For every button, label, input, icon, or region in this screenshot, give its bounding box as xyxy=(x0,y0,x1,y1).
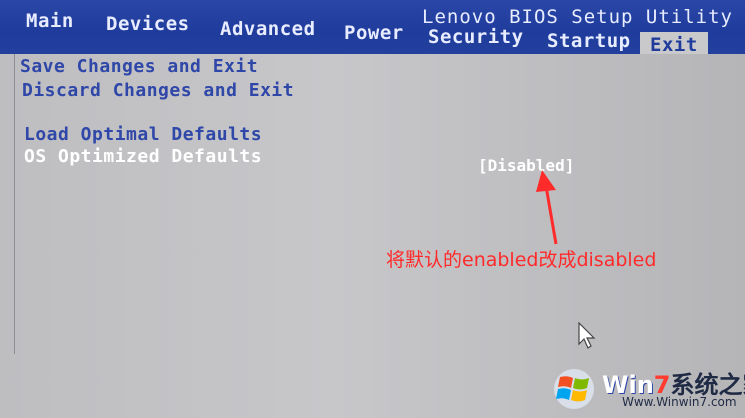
top-bar: Lenovo BIOS Setup Utility Main Devices A… xyxy=(0,0,745,60)
tab-advanced[interactable]: Advanced xyxy=(220,18,316,40)
tab-security[interactable]: Security xyxy=(428,26,524,48)
left-divider xyxy=(14,54,15,354)
tab-startup[interactable]: Startup xyxy=(547,30,631,52)
tab-devices[interactable]: Devices xyxy=(106,13,190,35)
menu-load-optimal-defaults[interactable]: Load Optimal Defaults xyxy=(24,124,262,145)
tab-bar: Main Devices Advanced Power Security Sta… xyxy=(0,8,745,60)
watermark-url: Www.Winwin7.com xyxy=(622,395,737,409)
tab-main[interactable]: Main xyxy=(26,10,74,32)
menu-os-optimized-defaults[interactable]: OS Optimized Defaults xyxy=(24,146,262,167)
tab-power[interactable]: Power xyxy=(344,22,404,44)
menu-discard-changes-exit[interactable]: Discard Changes and Exit xyxy=(22,80,294,101)
watermark: Win7系统之家 Www.Winwin7.com xyxy=(552,363,745,415)
red-arrow-icon xyxy=(536,170,558,245)
windows-logo-icon xyxy=(554,369,594,409)
mouse-cursor-icon xyxy=(578,322,596,349)
annotation-text: 将默认的enabled改成disabled xyxy=(386,249,657,271)
menu-save-changes-exit[interactable]: Save Changes and Exit xyxy=(20,56,258,77)
